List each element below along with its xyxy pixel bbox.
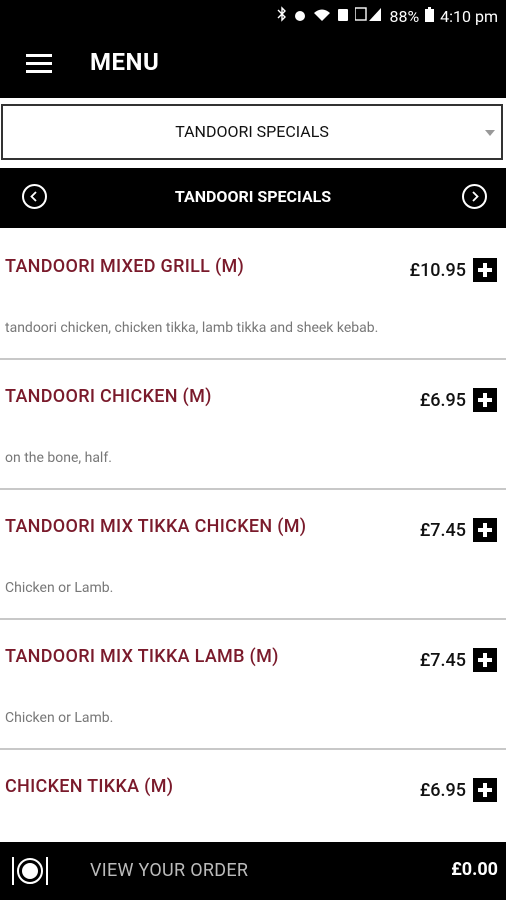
battery-icon — [425, 6, 435, 26]
menu-item-price: £7.45 — [419, 650, 466, 671]
chevron-down-icon — [485, 130, 495, 136]
clock: 4:10 pm — [440, 6, 498, 26]
alarm-icon — [293, 7, 307, 26]
bluetooth-icon — [277, 6, 287, 26]
view-order-label: VIEW YOUR ORDER — [90, 860, 249, 881]
menu-item-list: TANDOORI MIXED GRILL (M) £10.95 tandoori… — [0, 230, 506, 880]
app-bar: MENU — [0, 32, 506, 98]
signal-icon — [354, 6, 383, 26]
menu-item[interactable]: TANDOORI MIX TIKKA LAMB (M) £7.45 Chicke… — [0, 620, 506, 750]
status-icons: 88% 4:10 pm — [277, 6, 498, 26]
menu-item-price: £10.95 — [409, 260, 466, 281]
menu-item[interactable]: TANDOORI MIX TIKKA CHICKEN (M) £7.45 Chi… — [0, 490, 506, 620]
menu-item-name: TANDOORI CHICKEN (M) — [5, 386, 212, 407]
menu-item[interactable]: TANDOORI CHICKEN (M) £6.95 on the bone, … — [0, 360, 506, 490]
add-item-button[interactable] — [473, 258, 497, 282]
next-category-button[interactable] — [462, 184, 487, 209]
menu-item-name: CHICKEN TIKKA (M) — [5, 776, 174, 797]
menu-item-description: on the bone, half. — [5, 450, 112, 466]
menu-item-description: Chicken or Lamb. — [5, 710, 114, 726]
wifi-icon — [313, 7, 331, 26]
add-item-button[interactable] — [473, 388, 497, 412]
status-bar: 88% 4:10 pm — [0, 0, 506, 32]
add-item-button[interactable] — [473, 518, 497, 542]
menu-item[interactable]: TANDOORI MIXED GRILL (M) £10.95 tandoori… — [0, 230, 506, 360]
plate-cutlery-icon — [12, 857, 48, 885]
add-item-button[interactable] — [473, 648, 497, 672]
category-dropdown[interactable]: TANDOORI SPECIALS — [1, 104, 503, 160]
hamburger-menu-icon[interactable] — [26, 54, 52, 74]
notification-icon — [337, 7, 349, 26]
add-item-button[interactable] — [473, 778, 497, 802]
menu-item-name: TANDOORI MIX TIKKA CHICKEN (M) — [5, 516, 307, 537]
menu-item-name: TANDOORI MIXED GRILL (M) — [5, 256, 245, 277]
order-total: £0.00 — [451, 859, 498, 880]
menu-item-description: Chicken or Lamb. — [5, 580, 114, 596]
page-title: MENU — [90, 48, 160, 76]
menu-item-name: TANDOORI MIX TIKKA LAMB (M) — [5, 646, 279, 667]
menu-item-price: £6.95 — [419, 390, 466, 411]
menu-item-description: tandoori chicken, chicken tikka, lamb ti… — [5, 320, 379, 336]
menu-item-price: £7.45 — [419, 520, 466, 541]
chevron-right-icon — [472, 191, 479, 202]
category-title: TANDOORI SPECIALS — [174, 187, 332, 206]
menu-item-price: £6.95 — [419, 780, 466, 801]
battery-percent: 88% — [389, 6, 420, 26]
view-order-bar[interactable]: VIEW YOUR ORDER £0.00 — [0, 842, 506, 900]
category-nav-bar: TANDOORI SPECIALS — [0, 168, 506, 228]
category-dropdown-value: TANDOORI SPECIALS — [175, 122, 329, 141]
